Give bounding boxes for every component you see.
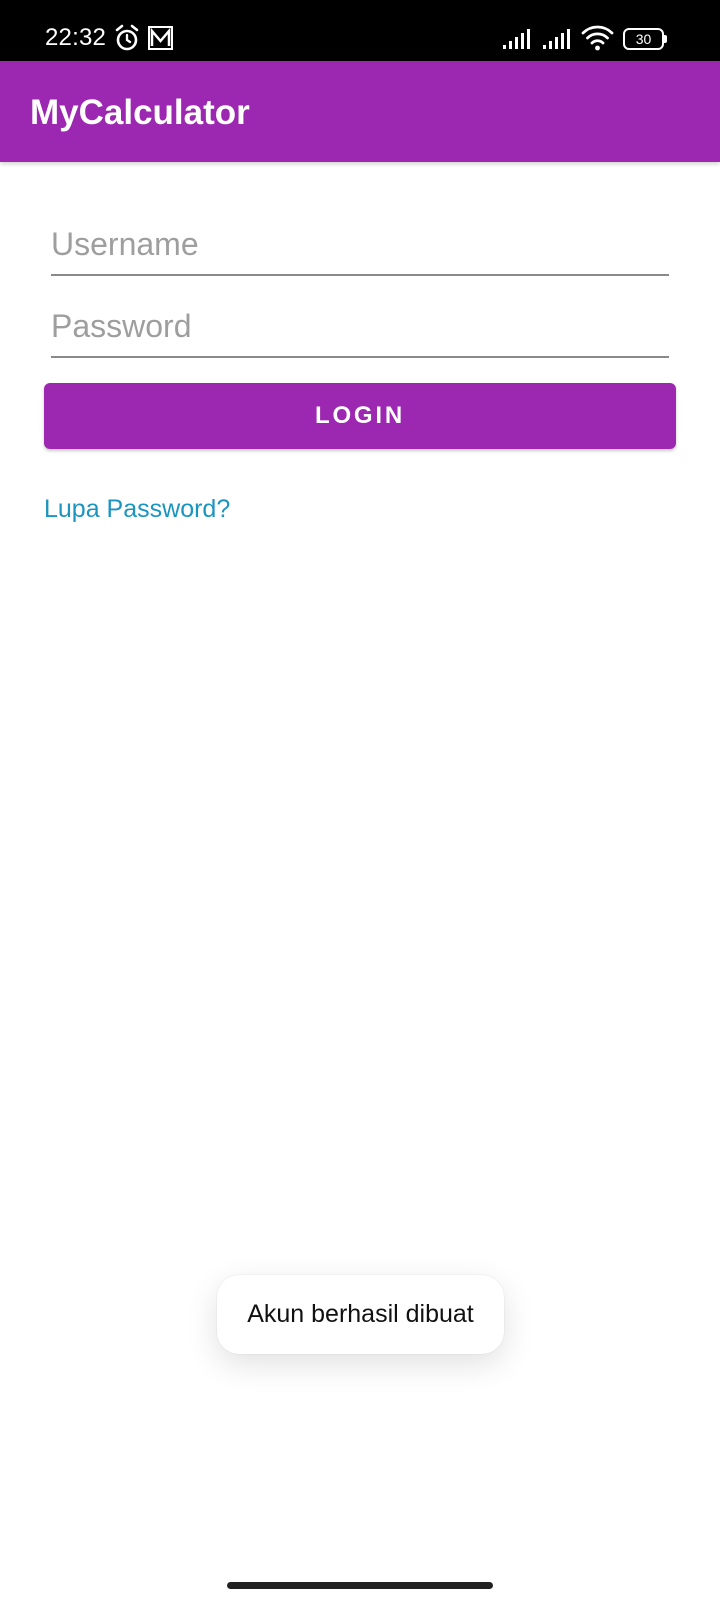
toast-message: Akun berhasil dibuat	[217, 1275, 504, 1354]
wifi-icon	[581, 25, 614, 51]
app-bar: MyCalculator	[0, 61, 720, 162]
username-field[interactable]	[51, 216, 669, 276]
status-bar: 22:32 30	[0, 0, 720, 61]
username-input[interactable]	[51, 216, 669, 272]
status-time: 22:32	[45, 24, 107, 51]
screen: 22:32 30 MyCalculator Username LOGIN Lup…	[0, 0, 720, 1600]
username-underline	[51, 274, 669, 276]
app-m-icon	[148, 26, 173, 50]
login-button[interactable]: LOGIN	[44, 383, 676, 449]
signal-icon	[543, 29, 570, 49]
password-input[interactable]	[51, 298, 669, 354]
forgot-password-link[interactable]: Lupa Password?	[44, 493, 230, 525]
battery-icon: 30	[623, 28, 667, 50]
home-indicator[interactable]	[227, 1582, 493, 1589]
app-title: MyCalculator	[30, 93, 250, 132]
alarm-icon	[115, 24, 139, 51]
signal-icon	[503, 29, 530, 49]
password-underline	[51, 356, 669, 358]
password-field[interactable]	[51, 298, 669, 358]
battery-cap	[664, 35, 667, 43]
battery-level: 30	[635, 31, 652, 47]
